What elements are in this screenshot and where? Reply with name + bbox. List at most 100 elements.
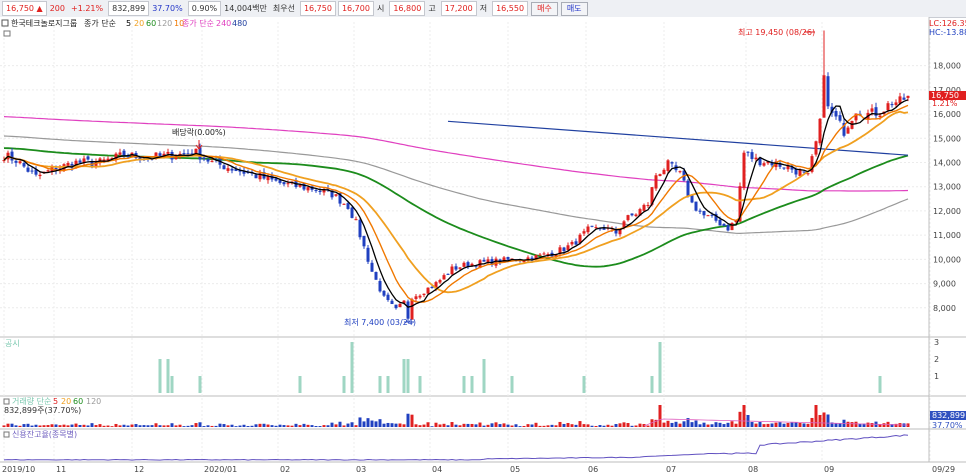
volume-bar [894, 423, 898, 427]
volume-bar [782, 423, 786, 427]
volume-bar [566, 422, 570, 427]
volume-bar [270, 425, 274, 427]
volume-bar [502, 423, 506, 427]
best-ask-value: 16,750 [299, 1, 336, 16]
stock-chart[interactable]: 8,000 9,000 10,000 11,000 12,000 13,000 14,000… [0, 17, 966, 476]
volume-bar [442, 423, 446, 427]
candle-body [210, 160, 214, 162]
volume-title: 거래량 단순 [12, 396, 51, 406]
disclosure-tick-label: 2 [934, 355, 939, 364]
volume-ma5: 5 [53, 397, 58, 406]
volume-bar [466, 423, 470, 427]
volume-bar [458, 425, 462, 427]
buy-button[interactable]: 매수 [531, 1, 558, 16]
candle-body [282, 182, 286, 185]
volume-bar [398, 423, 402, 427]
candle-body [590, 225, 594, 227]
volume-bar [226, 425, 230, 427]
legend-toggle-icon[interactable] [1, 19, 9, 27]
volume-bar [838, 423, 842, 427]
candle-body [374, 272, 378, 280]
date-tick-label: 03 [356, 465, 366, 474]
candle-body [654, 175, 658, 189]
volume-bar [766, 423, 770, 427]
volume-bar [286, 425, 290, 427]
volume-bar [806, 423, 810, 427]
candle-body [538, 254, 542, 256]
high-label: 고 [428, 4, 436, 13]
volume-bar [322, 425, 326, 427]
volume-bar [70, 424, 74, 427]
volume-bar [170, 423, 174, 427]
candle-body [878, 115, 882, 117]
volume-bar [534, 422, 538, 427]
volume-bar [58, 425, 62, 427]
volume-bar [218, 423, 222, 427]
volume-bar [822, 412, 826, 427]
volume-bar [454, 424, 458, 427]
volume-bar [850, 422, 854, 427]
volume-bar [86, 425, 90, 427]
volume-bar [530, 424, 534, 427]
legend-ma120: 120 [157, 19, 172, 28]
candle-body [746, 151, 750, 153]
volume-bar [122, 424, 126, 427]
best-ask-label: 최우선 [272, 4, 295, 13]
volume-bar [550, 424, 554, 427]
candle-body [670, 162, 674, 164]
candle-body [726, 225, 730, 231]
disclosure-bar [406, 359, 410, 393]
candle-body [582, 231, 586, 234]
candle-body [462, 262, 466, 267]
candle-body [694, 201, 698, 211]
volume-bar [450, 422, 454, 427]
legend-ma240: 240 [216, 19, 231, 28]
candle-body [634, 214, 638, 217]
volume-bar [346, 423, 350, 427]
candle-body [458, 267, 462, 269]
volume-bar [690, 422, 694, 427]
volume-bar [870, 423, 874, 427]
volume-bar [522, 425, 526, 427]
volume-bar [142, 425, 146, 427]
disclosure-bar [418, 376, 422, 393]
volume-bar [378, 419, 382, 427]
volume-bar [734, 423, 738, 427]
volume-bar [154, 423, 158, 427]
candle-body [170, 151, 174, 160]
volume-bar [778, 422, 782, 427]
candle-body [86, 156, 90, 160]
candle-body [394, 304, 398, 309]
candle-body [182, 153, 186, 155]
volume-bar [494, 422, 498, 427]
volume-bar [394, 423, 398, 427]
volume-bar [814, 405, 818, 427]
volume-bar [670, 422, 674, 427]
candle-body [818, 118, 822, 144]
legend-ma-label: 종가 단순 [84, 18, 116, 28]
candle-body [398, 303, 402, 308]
sell-button[interactable]: 매도 [560, 1, 588, 16]
volume-bar [222, 424, 226, 427]
candle-body [406, 301, 410, 319]
volume-bar [694, 420, 698, 427]
candle-body [318, 190, 322, 192]
candle-body [482, 259, 486, 262]
candle-body [822, 75, 826, 118]
candle-body [906, 95, 910, 98]
turnover-value: 0.90% [187, 1, 222, 16]
volume-bar [406, 413, 410, 427]
volume-ma120: 120 [86, 397, 101, 406]
volume-bar [562, 423, 566, 427]
candle-body [570, 241, 574, 245]
volume-bar [706, 424, 710, 427]
candle-body [366, 247, 370, 262]
candle-body [594, 227, 598, 229]
candle-body [894, 102, 898, 105]
candle-body [286, 183, 290, 185]
volume-bar [582, 424, 586, 427]
candle-body [562, 247, 566, 252]
volume-bar [110, 426, 114, 427]
amount-value: 14,004백만 [224, 4, 267, 13]
volume-bar [90, 423, 94, 427]
